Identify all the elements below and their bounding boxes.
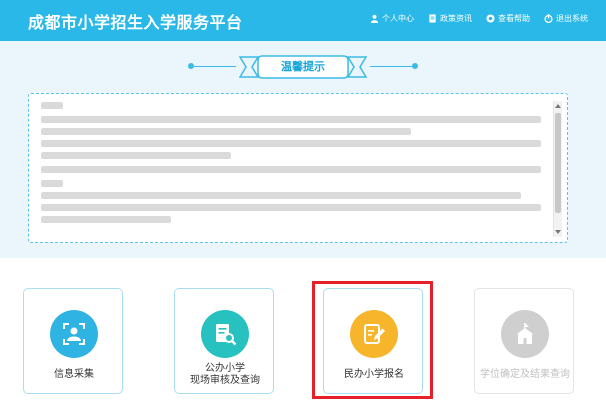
nav-label: 查看帮助	[498, 14, 530, 23]
redacted-text	[41, 216, 171, 223]
decorative-line	[194, 66, 236, 67]
card-placement-results[interactable]: 学位确定及结果查询	[474, 288, 574, 394]
nav-policy-news[interactable]: 政策资讯	[428, 13, 472, 24]
nav-label: 个人中心	[382, 14, 414, 23]
card-label: 民办小学报名	[344, 369, 404, 380]
power-icon	[544, 14, 553, 23]
redacted-text	[41, 180, 63, 187]
notice-title: 温馨提示	[281, 60, 325, 73]
top-header: 成都市小学招生入学服务平台 个人中心 政策资讯 查看帮助 退出系统	[0, 0, 606, 41]
user-scan-icon	[63, 323, 85, 345]
card-info-collection[interactable]: 信息采集	[23, 288, 123, 394]
nav-logout[interactable]: 退出系统	[544, 13, 588, 24]
nav-label: 退出系统	[556, 14, 588, 23]
redacted-text	[41, 152, 231, 159]
notice-scrollbar[interactable]	[553, 101, 562, 237]
nav-personal-center[interactable]: 个人中心	[370, 13, 414, 24]
redacted-text	[41, 102, 63, 109]
card-label: 学位确定及结果查询	[480, 369, 570, 380]
school-icon	[517, 323, 533, 344]
card-label: 公办小学 现场审核及查询	[190, 363, 260, 386]
nav-help[interactable]: 查看帮助	[486, 13, 530, 24]
decorative-dot	[412, 63, 418, 69]
scroll-up-arrow-icon[interactable]	[555, 104, 561, 108]
help-icon	[486, 14, 495, 23]
card-private-school-registration[interactable]: 民办小学报名	[323, 288, 423, 394]
notice-content-box[interactable]	[28, 93, 568, 243]
edit-document-icon	[364, 324, 385, 344]
user-icon	[370, 14, 379, 23]
redacted-text	[41, 192, 521, 199]
card-label: 信息采集	[54, 369, 94, 380]
service-cards: 信息采集 公办小学 现场审核及查询 民办小学报名 学位确定及结果查询	[0, 258, 606, 419]
redacted-text	[41, 204, 541, 211]
redacted-text	[41, 166, 541, 173]
redacted-text	[41, 128, 411, 135]
card-icon-circle	[501, 310, 549, 358]
redacted-text	[41, 140, 541, 147]
notice-heading: 温馨提示	[0, 55, 606, 79]
decorative-line	[370, 66, 412, 67]
top-nav: 个人中心 政策资讯 查看帮助 退出系统	[370, 13, 588, 24]
redacted-text	[41, 116, 541, 123]
scroll-thumb[interactable]	[555, 113, 561, 213]
document-icon	[429, 14, 436, 23]
card-icon-circle	[201, 310, 249, 358]
nav-label: 政策资讯	[440, 14, 472, 23]
app-title: 成都市小学招生入学服务平台	[28, 13, 243, 32]
scroll-down-arrow-icon[interactable]	[555, 230, 561, 234]
card-public-school-review[interactable]: 公办小学 现场审核及查询	[174, 288, 274, 394]
card-icon-circle	[50, 310, 98, 358]
notice-section: 温馨提示	[0, 41, 606, 258]
document-search-icon	[216, 324, 237, 346]
card-icon-circle	[350, 310, 398, 358]
